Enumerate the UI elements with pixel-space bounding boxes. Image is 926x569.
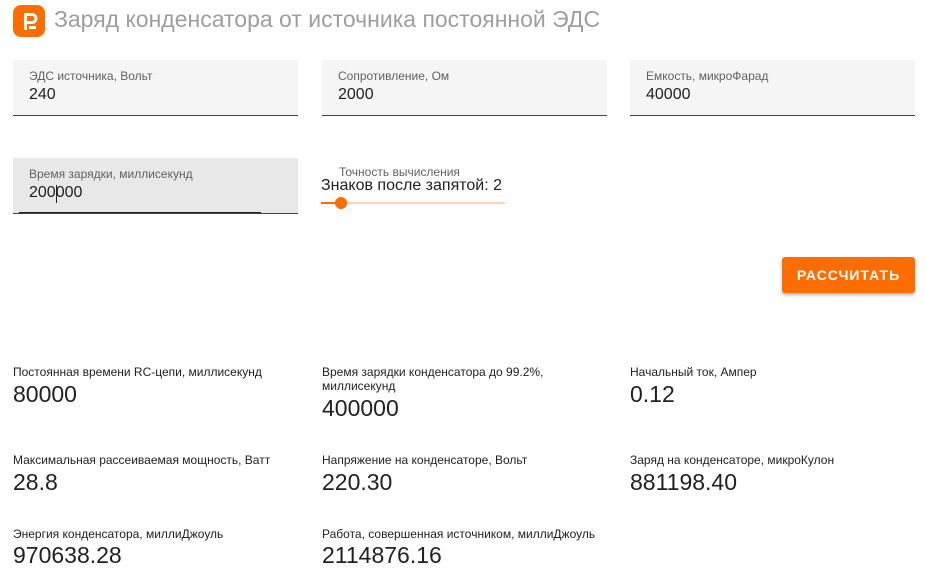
- initial-current-value: 0.12: [630, 381, 675, 407]
- cap-voltage-label: Напряжение на конденсаторе, Вольт: [322, 453, 528, 467]
- charge-time-field[interactable]: Время зарядки, миллисекунд 200000: [13, 158, 298, 214]
- precision-value: Знаков после запятой: 2: [321, 177, 502, 194]
- cap-energy-value: 970638.28: [13, 542, 122, 568]
- capacitance-field[interactable]: Емкость, микроФарад 40000: [630, 60, 915, 116]
- time-constant-label: Постоянная времени RC-цепи, миллисекунд: [13, 365, 262, 379]
- cap-charge-value: 881198.40: [630, 469, 738, 495]
- text-caret: [56, 185, 57, 203]
- emf-label: ЭДС источника, Вольт: [29, 69, 153, 83]
- capacitance-label: Емкость, микроФарад: [646, 69, 769, 83]
- p-logo-icon: [13, 5, 45, 37]
- precision-slider-track[interactable]: [321, 202, 505, 204]
- resistance-field[interactable]: Сопротивление, Ом 2000: [322, 60, 607, 116]
- resistance-label: Сопротивление, Ом: [338, 69, 450, 83]
- cap-energy-label: Энергия конденсатора, миллиДжоуль: [13, 527, 224, 541]
- resistance-value[interactable]: 2000: [338, 86, 374, 104]
- max-power-value: 28.8: [13, 469, 58, 495]
- initial-current-label: Начальный ток, Ампер: [630, 365, 757, 379]
- source-work-value: 2114876.16: [322, 542, 442, 568]
- cap-charge-label: Заряд на конденсаторе, микроКулон: [630, 453, 835, 467]
- max-power-label: Максимальная рассеиваемая мощность, Ватт: [13, 453, 271, 467]
- cap-voltage-value: 220.30: [322, 469, 393, 495]
- charge-time-label: Время зарядки, миллисекунд: [29, 167, 193, 181]
- precision-slider-thumb[interactable]: [335, 197, 347, 209]
- full-charge-time-label: Время зарядки конденсатора до 99.2%, мил…: [322, 365, 544, 393]
- focus-underline: [19, 212, 261, 213]
- time-constant-value: 80000: [13, 381, 77, 407]
- emf-field[interactable]: ЭДС источника, Вольт 240: [13, 60, 298, 116]
- full-charge-time-value: 400000: [322, 395, 399, 421]
- source-work-label: Работа, совершенная источником, миллиДжо…: [322, 527, 596, 541]
- capacitance-value[interactable]: 40000: [646, 86, 691, 104]
- page-title: Заряд конденсатора от источника постоянн…: [54, 6, 601, 32]
- calculate-button[interactable]: РАССЧИТАТЬ: [782, 257, 915, 293]
- emf-value[interactable]: 240: [29, 86, 56, 104]
